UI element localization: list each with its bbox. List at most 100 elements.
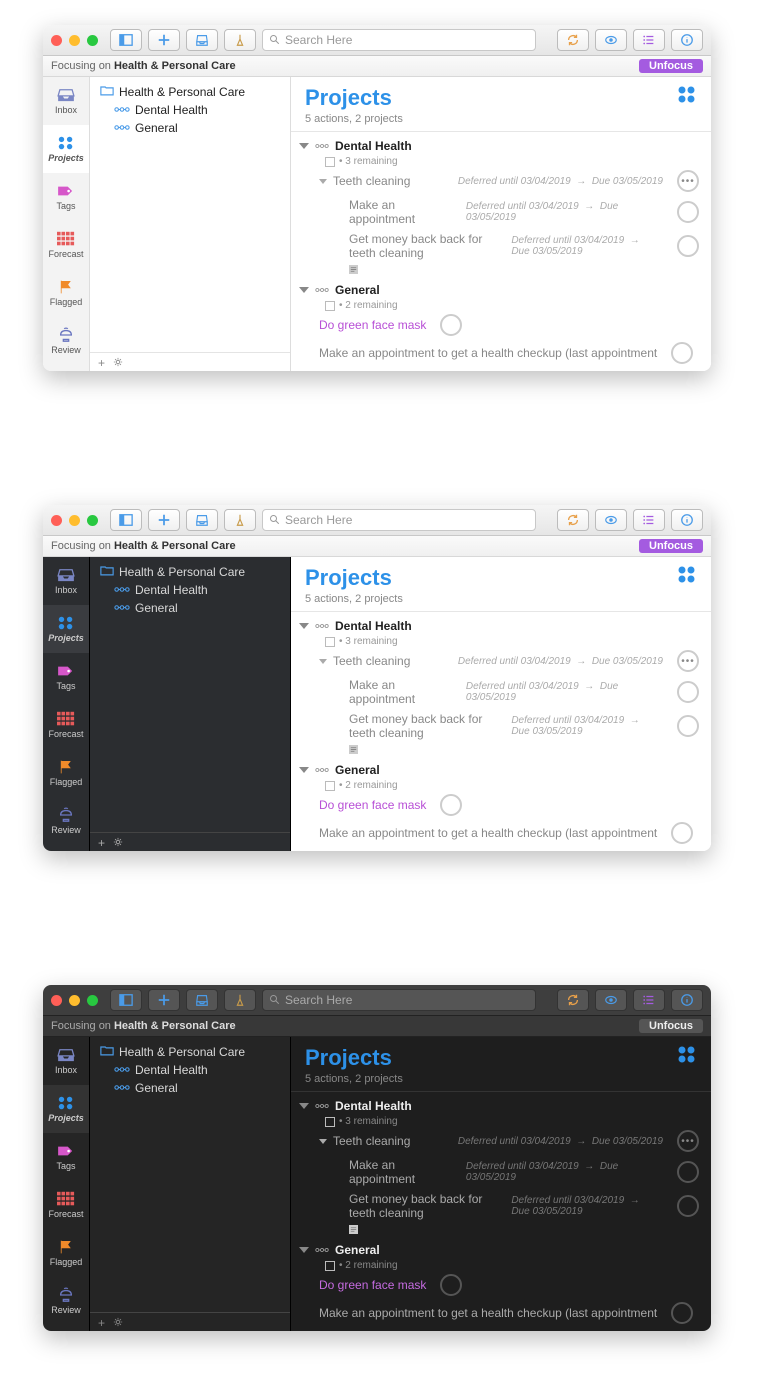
status-circle[interactable] (677, 1195, 699, 1217)
disclosure-icon[interactable] (319, 1139, 327, 1144)
add-button[interactable] (148, 29, 180, 51)
project-header-row[interactable]: General (291, 760, 711, 780)
inspector-button[interactable] (671, 29, 703, 51)
perspective-forecast[interactable]: Forecast (43, 221, 89, 269)
action-group-row[interactable]: Teeth cleaningDeferred until 03/04/2019 … (291, 647, 711, 675)
action-row[interactable]: Make an appointment to get a health chec… (291, 339, 711, 367)
perspective-projects[interactable]: Projects (43, 125, 89, 173)
sidebar-toggle-button[interactable] (110, 29, 142, 51)
add-outline-button[interactable]: + (98, 836, 105, 850)
status-circle[interactable] (677, 235, 699, 257)
project-header-row[interactable]: Dental Health (291, 136, 711, 156)
outline-gear-button[interactable] (113, 1316, 123, 1330)
quick-entry-button[interactable] (186, 509, 218, 531)
unfocus-button[interactable]: Unfocus (639, 1019, 703, 1033)
status-circle[interactable] (440, 1274, 462, 1296)
minimize-button[interactable] (69, 515, 80, 526)
perspective-review[interactable]: Review (43, 1277, 89, 1325)
perspective-projects[interactable]: Projects (43, 1085, 89, 1133)
folder-row[interactable]: Health & Personal Care (98, 563, 282, 581)
action-row[interactable]: Make an appointment to get a health chec… (291, 819, 711, 847)
unfocus-button[interactable]: Unfocus (639, 539, 703, 553)
add-outline-button[interactable]: + (98, 356, 105, 370)
sync-button[interactable] (557, 509, 589, 531)
action-group-row[interactable]: Teeth cleaningDeferred until 03/04/2019 … (291, 167, 711, 195)
disclosure-icon[interactable] (319, 659, 327, 664)
unfocus-button[interactable]: Unfocus (639, 59, 703, 73)
action-group-row[interactable]: Teeth cleaningDeferred until 03/04/2019 … (291, 1127, 711, 1155)
zoom-button[interactable] (87, 995, 98, 1006)
project-header-row[interactable]: General (291, 280, 711, 300)
status-circle[interactable] (677, 201, 699, 223)
status-circle[interactable] (671, 342, 693, 364)
quick-entry-button[interactable] (186, 989, 218, 1011)
disclosure-icon[interactable] (299, 1103, 309, 1109)
perspective-inbox[interactable]: Inbox (43, 1037, 89, 1085)
cleanup-button[interactable] (224, 989, 256, 1011)
project-row[interactable]: Dental Health (98, 101, 282, 119)
status-circle[interactable] (677, 1161, 699, 1183)
project-header-row[interactable]: General (291, 1240, 711, 1260)
action-row[interactable]: Do green face mask (291, 791, 711, 819)
status-circle[interactable] (440, 314, 462, 336)
sidebar-toggle-button[interactable] (110, 509, 142, 531)
sync-button[interactable] (557, 989, 589, 1011)
project-row[interactable]: Dental Health (98, 581, 282, 599)
view-options-button[interactable] (633, 509, 665, 531)
zoom-button[interactable] (87, 35, 98, 46)
project-row[interactable]: Dental Health (98, 1061, 282, 1079)
outline-gear-button[interactable] (113, 836, 123, 850)
status-circle[interactable] (677, 681, 699, 703)
disclosure-icon[interactable] (299, 143, 309, 149)
perspective-tags[interactable]: Tags (43, 1133, 89, 1181)
action-row[interactable]: Get money back back for teeth cleaningDe… (291, 229, 711, 263)
view-options-button[interactable] (633, 989, 665, 1011)
action-row[interactable]: Do green face mask (291, 1271, 711, 1299)
inspector-button[interactable] (671, 509, 703, 531)
action-row[interactable]: Get money back back for teeth cleaningDe… (291, 1189, 711, 1223)
more-button[interactable]: ••• (677, 650, 699, 672)
perspective-projects[interactable]: Projects (43, 605, 89, 653)
perspective-tags[interactable]: Tags (43, 173, 89, 221)
perspective-flagged[interactable]: Flagged (43, 749, 89, 797)
search-field[interactable]: Search Here (262, 989, 536, 1011)
status-circle[interactable] (671, 1302, 693, 1324)
minimize-button[interactable] (69, 35, 80, 46)
minimize-button[interactable] (69, 995, 80, 1006)
project-row[interactable]: General (98, 119, 282, 137)
perspective-review[interactable]: Review (43, 317, 89, 365)
folder-row[interactable]: Health & Personal Care (98, 1043, 282, 1061)
outline-gear-button[interactable] (113, 356, 123, 370)
add-button[interactable] (148, 989, 180, 1011)
perspective-forecast[interactable]: Forecast (43, 701, 89, 749)
more-button[interactable]: ••• (677, 1130, 699, 1152)
close-button[interactable] (51, 515, 62, 526)
status-circle[interactable] (677, 715, 699, 737)
action-row[interactable]: Make an appointmentDeferred until 03/04/… (291, 195, 711, 229)
perspective-flagged[interactable]: Flagged (43, 1229, 89, 1277)
cleanup-button[interactable] (224, 29, 256, 51)
add-button[interactable] (148, 509, 180, 531)
view-button[interactable] (595, 509, 627, 531)
perspective-inbox[interactable]: Inbox (43, 557, 89, 605)
disclosure-icon[interactable] (319, 179, 327, 184)
status-circle[interactable] (440, 794, 462, 816)
project-row[interactable]: General (98, 599, 282, 617)
quick-entry-button[interactable] (186, 29, 218, 51)
inspector-button[interactable] (671, 989, 703, 1011)
project-header-row[interactable]: Dental Health (291, 1096, 711, 1116)
zoom-button[interactable] (87, 515, 98, 526)
cleanup-button[interactable] (224, 509, 256, 531)
perspective-forecast[interactable]: Forecast (43, 1181, 89, 1229)
more-button[interactable]: ••• (677, 170, 699, 192)
sidebar-toggle-button[interactable] (110, 989, 142, 1011)
search-field[interactable]: Search Here (262, 509, 536, 531)
project-row[interactable]: General (98, 1079, 282, 1097)
action-row[interactable]: Make an appointment to get a health chec… (291, 1299, 711, 1327)
sync-button[interactable] (557, 29, 589, 51)
disclosure-icon[interactable] (299, 1247, 309, 1253)
perspective-tags[interactable]: Tags (43, 653, 89, 701)
disclosure-icon[interactable] (299, 287, 309, 293)
close-button[interactable] (51, 995, 62, 1006)
action-row[interactable]: Make an appointmentDeferred until 03/04/… (291, 675, 711, 709)
